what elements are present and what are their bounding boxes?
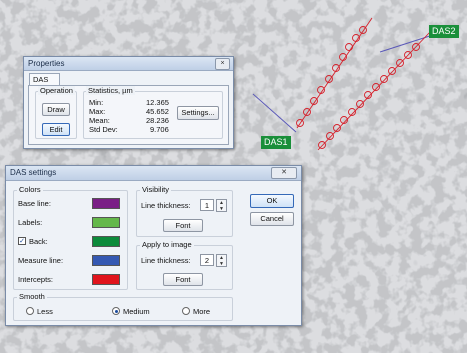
smooth-legend: Smooth — [17, 292, 47, 301]
visibility-group: Visibility Line thickness: 1 ▲ ▼ Font — [136, 185, 233, 237]
properties-window: Properties × DAS Operation Draw Edit Sta… — [23, 56, 234, 149]
stat-value: 9.706 — [150, 125, 169, 134]
close-icon[interactable]: × — [215, 58, 230, 70]
statistics-legend: Statistics, µm — [86, 86, 135, 95]
visibility-thickness-input[interactable]: 1 — [200, 199, 214, 211]
back-color-swatch[interactable] — [92, 236, 120, 247]
das-settings-dialog: DAS settings ✕ Colors Base line: Labels:… — [5, 165, 302, 326]
visibility-thickness-label: Line thickness: — [141, 201, 191, 210]
back-checkbox[interactable]: ✓ — [18, 237, 26, 245]
smooth-medium-label: Medium — [123, 307, 150, 316]
apply-legend: Apply to image — [140, 240, 194, 249]
measure-line-label: Measure line: — [18, 256, 64, 265]
stat-label: Mean: — [89, 116, 110, 125]
das-settings-titlebar[interactable]: DAS settings ✕ — [6, 166, 301, 181]
stat-value: 45.652 — [146, 107, 169, 116]
draw-button[interactable]: Draw — [42, 103, 70, 116]
measure-line-color-swatch[interactable] — [92, 255, 120, 266]
labels-color-swatch[interactable] — [92, 217, 120, 228]
smooth-less-radio[interactable] — [26, 307, 34, 315]
apply-thickness-stepper[interactable]: ▲ ▼ — [216, 254, 227, 267]
base-line-label: Base line: — [18, 199, 51, 208]
apply-font-button[interactable]: Font — [163, 273, 203, 286]
apply-to-image-group: Apply to image Line thickness: 2 ▲ ▼ Font — [136, 240, 233, 290]
colors-group: Colors Base line: Labels: ✓ Back: Measur… — [13, 185, 128, 290]
properties-title: Properties — [28, 59, 65, 68]
properties-panel: Operation Draw Edit Statistics, µm Min: … — [28, 85, 229, 145]
visibility-font-button[interactable]: Font — [163, 219, 203, 232]
stat-label: Std Dev: — [89, 125, 118, 134]
stat-label: Max: — [89, 107, 106, 116]
das-settings-title: DAS settings — [10, 168, 57, 177]
statistics-group: Statistics, µm Min: 12.365 Max: 45.652 M… — [83, 86, 223, 139]
intercepts-color-swatch[interactable] — [92, 274, 120, 285]
tab-das[interactable]: DAS — [29, 73, 60, 85]
das1-label: DAS1 — [261, 136, 291, 149]
intercepts-label: Intercepts: — [18, 275, 54, 284]
settings-button[interactable]: Settings... — [177, 106, 219, 120]
smooth-group: Smooth Less Medium More — [13, 292, 233, 321]
ok-button[interactable]: OK — [250, 194, 294, 208]
stat-value: 12.365 — [146, 98, 169, 107]
base-line-color-swatch[interactable] — [92, 198, 120, 209]
apply-thickness-input[interactable]: 2 — [200, 254, 214, 266]
cancel-button[interactable]: Cancel — [250, 212, 294, 226]
stat-label: Min: — [89, 98, 104, 107]
visibility-thickness-stepper[interactable]: ▲ ▼ — [216, 199, 227, 212]
smooth-more-radio[interactable] — [182, 307, 190, 315]
stat-value: 28.236 — [146, 116, 169, 125]
back-label: Back: — [29, 237, 48, 246]
properties-titlebar[interactable]: Properties × — [24, 57, 233, 71]
apply-thickness-label: Line thickness: — [141, 256, 191, 265]
operation-group: Operation Draw Edit — [35, 86, 77, 139]
labels-label: Labels: — [18, 218, 43, 227]
colors-legend: Colors — [17, 185, 43, 194]
operation-legend: Operation — [38, 86, 75, 95]
close-icon[interactable]: ✕ — [271, 167, 297, 179]
edit-button[interactable]: Edit — [42, 123, 70, 136]
smooth-medium-radio[interactable] — [112, 307, 120, 315]
smooth-less-label: Less — [37, 307, 53, 316]
visibility-legend: Visibility — [140, 185, 171, 194]
smooth-more-label: More — [193, 307, 211, 316]
das2-label: DAS2 — [429, 25, 459, 38]
